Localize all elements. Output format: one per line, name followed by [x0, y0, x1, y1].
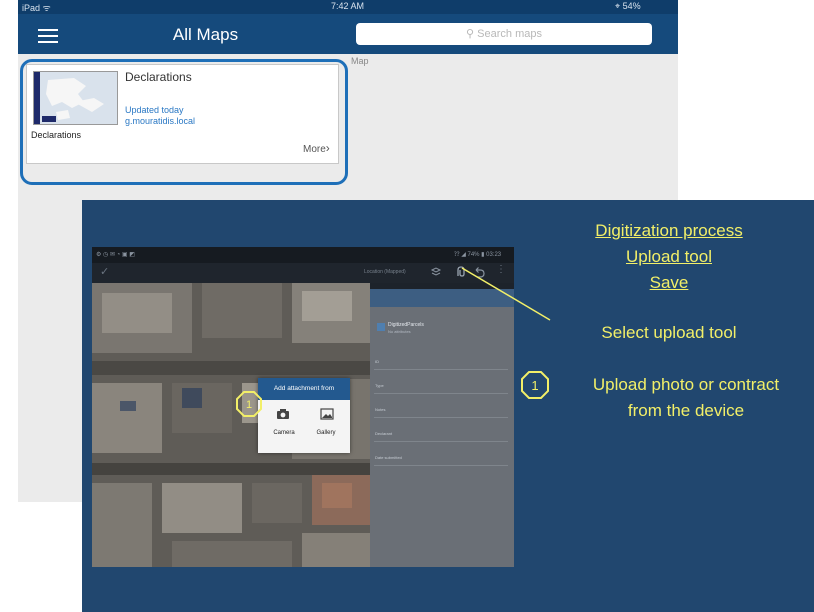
- ipad-status-bar: iPad ᯤ 7:42 AM ⌖ 54%: [18, 0, 678, 14]
- phone-status-bar: ⚙ ◷ ✉ ◔ ▣ ◩ ⁇ ◢ 74% ▮ 03:23: [92, 247, 514, 263]
- step-badge-on-phone: 1: [236, 391, 262, 417]
- check-icon[interactable]: ✓: [100, 265, 109, 278]
- phone-status-right: ⁇ ◢ 74% ▮ 03:23: [454, 252, 502, 258]
- step-text-line-1: Upload photo or contract: [592, 375, 780, 394]
- status-battery: ⌖ 54%: [615, 1, 641, 11]
- dialog-title: Add attachment from: [258, 378, 350, 400]
- search-placeholder: Search maps: [477, 28, 542, 40]
- instruction-slide: ⚙ ◷ ✉ ◔ ▣ ◩ ⁇ ◢ 74% ▮ 03:23 ✓ Location (…: [82, 200, 814, 612]
- camera-icon[interactable]: [276, 408, 290, 420]
- search-input[interactable]: ⚲ Search maps: [356, 23, 652, 45]
- panel-field-label: Notes: [375, 407, 386, 412]
- toolbar-text: Location (Mapped): [364, 269, 406, 275]
- map-label-stub: Map: [351, 56, 369, 66]
- heading-line-3: Save: [649, 273, 689, 292]
- panel-field-line[interactable]: [374, 465, 508, 466]
- feature-name: DigitizedParcels: [388, 322, 424, 328]
- phone-toolbar: ✓ Location (Mapped) ⋮: [92, 263, 514, 283]
- panel-field-line[interactable]: [374, 393, 508, 394]
- undo-icon[interactable]: [473, 265, 486, 278]
- feature-panel: DigitizedParcels No attributes ID Type N…: [370, 289, 514, 567]
- phone-screenshot: ⚙ ◷ ✉ ◔ ▣ ◩ ⁇ ◢ 74% ▮ 03:23 ✓ Location (…: [92, 247, 514, 567]
- heading-line-2: Upload tool: [625, 247, 712, 266]
- panel-field-label: Date submitted: [375, 455, 402, 460]
- phone-status-left: ⚙ ◷ ✉ ◔ ▣ ◩: [96, 252, 135, 258]
- panel-field-label: Declarant: [375, 431, 393, 436]
- panel-field-label: ID: [375, 359, 379, 364]
- status-time: 7:42 AM: [331, 1, 365, 11]
- upload-tool-icon[interactable]: [454, 264, 470, 280]
- gallery-icon[interactable]: [320, 408, 334, 420]
- ipad-header: All Maps ⚲ Search maps: [18, 14, 678, 54]
- highlight-outline: [20, 59, 348, 185]
- overflow-menu-icon[interactable]: ⋮: [496, 264, 506, 275]
- layers-icon[interactable]: [430, 266, 442, 278]
- feature-icon: [377, 323, 385, 331]
- panel-field-label: Type: [375, 383, 384, 388]
- gallery-option[interactable]: Gallery: [310, 430, 342, 436]
- panel-field-line[interactable]: [374, 369, 508, 370]
- step-text-line-2: from the device: [627, 401, 745, 420]
- panel-field-line[interactable]: [374, 417, 508, 418]
- panel-field-line[interactable]: [374, 441, 508, 442]
- camera-option[interactable]: Camera: [268, 430, 300, 436]
- add-attachment-dialog: Add attachment from Camera Gallery: [258, 378, 350, 453]
- step-badge-number: 1: [246, 399, 252, 411]
- status-carrier: iPad ᯤ: [22, 3, 51, 13]
- select-tool-text: Select upload tool: [601, 323, 737, 342]
- search-icon: ⚲: [466, 28, 475, 40]
- step-badge-number: 1: [531, 378, 538, 393]
- heading-line-1: Digitization process: [595, 221, 743, 240]
- page-title: All Maps: [172, 25, 239, 44]
- feature-sub: No attributes: [388, 329, 411, 334]
- panel-header: [370, 289, 514, 307]
